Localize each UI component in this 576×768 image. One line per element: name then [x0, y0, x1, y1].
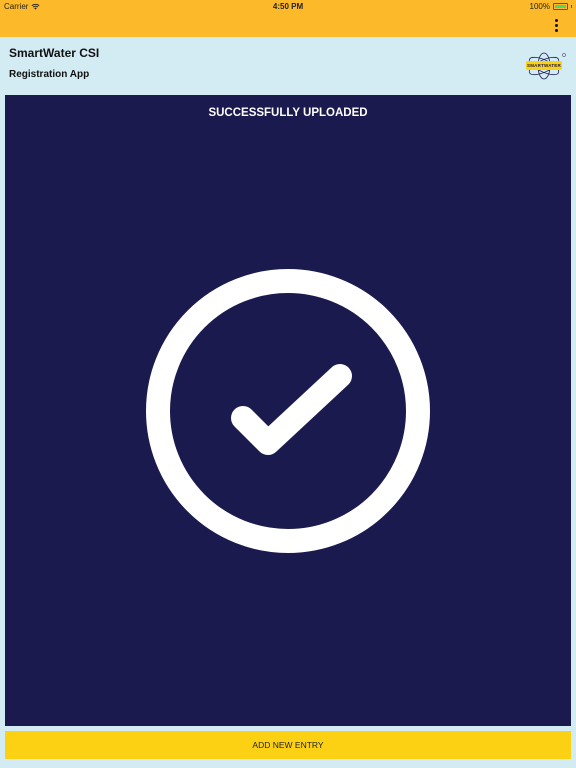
logo-label: SMARTWATER: [526, 61, 562, 70]
upload-status-message: SUCCESSFULLY UPLOADED: [208, 107, 368, 119]
battery-indicator: 100%: [530, 2, 572, 11]
app-header: SmartWater CSI Registration App SMARTWAT…: [0, 37, 576, 95]
more-vertical-icon[interactable]: [550, 17, 562, 33]
battery-percent: 100%: [529, 2, 550, 11]
status-time: 4:50 PM: [272, 2, 304, 11]
app-toolbar: [0, 14, 576, 37]
add-new-entry-button[interactable]: ADD NEW ENTRY: [5, 731, 571, 759]
battery-icon: [553, 3, 568, 10]
app-title: SmartWater CSI: [9, 46, 100, 60]
upload-result-panel: SUCCESSFULLY UPLOADED: [5, 95, 571, 726]
status-bar: Carrier 4:50 PM 100%: [0, 0, 576, 14]
check-circle-icon: [146, 269, 430, 553]
app-subtitle: Registration App: [9, 69, 90, 80]
smartwater-logo: SMARTWATER: [524, 51, 568, 81]
